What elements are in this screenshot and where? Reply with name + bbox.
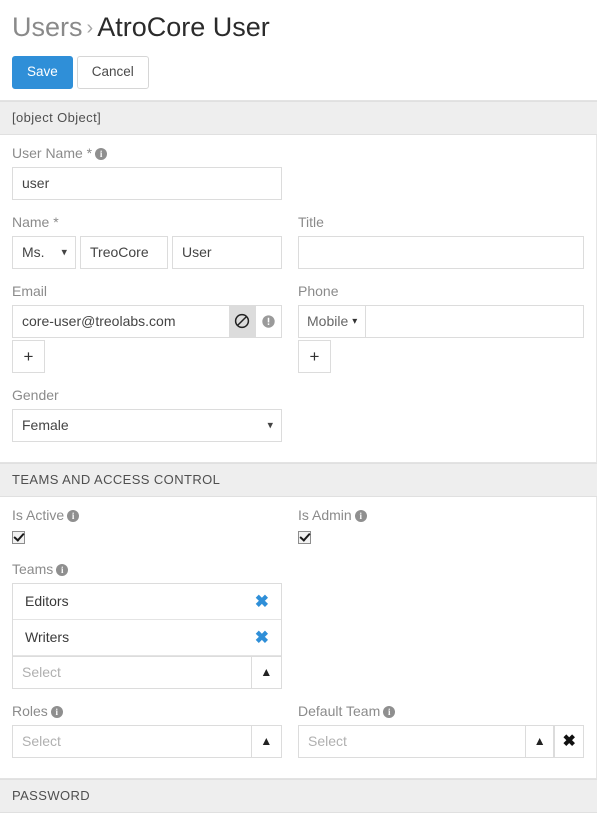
info-icon[interactable]: i [95, 147, 108, 160]
info-icon[interactable]: i [56, 563, 69, 576]
last-name-input[interactable] [172, 235, 282, 269]
field-phone: Phone Mobile ▾ + [298, 283, 584, 373]
info-icon[interactable]: i [67, 509, 80, 522]
first-name-wrap [80, 235, 168, 269]
chevron-up-icon[interactable]: ▲ [250, 724, 282, 758]
teams-panel: TEAMS AND ACCESS CONTROL Is Active i Is A… [0, 461, 597, 778]
roles-label: Roles i [12, 703, 282, 720]
first-name-input[interactable] [80, 235, 168, 269]
phone-number-input[interactable] [365, 304, 584, 338]
remove-team-icon[interactable]: ✖ [253, 593, 271, 610]
email-input[interactable] [12, 304, 230, 338]
default-team-select-group: ▲ ✖ [298, 724, 584, 758]
add-phone-button[interactable]: + [298, 339, 331, 373]
gender-select-wrap: Female ▾ [12, 408, 282, 442]
save-button[interactable]: Save [12, 56, 73, 89]
user-name-input[interactable] [12, 166, 282, 200]
team-name: Editors [25, 593, 69, 609]
user-detail-page: Users › AtroCore User Save Cancel [object … [0, 0, 597, 817]
chevron-up-icon[interactable]: ▲ [250, 655, 282, 689]
roles-select-group: ▲ [12, 724, 282, 758]
is-admin-label: Is Admin i [298, 507, 584, 524]
clear-default-team-icon[interactable]: ✖ [554, 724, 584, 758]
field-default-team: Default Teami ▲ ✖ [298, 703, 584, 758]
teams-select-input[interactable] [12, 655, 251, 689]
phone-label: Phone [298, 282, 339, 299]
field-teams: Teams i Editors ✖ Writers ✖ Select ▲ [12, 561, 282, 689]
list-item[interactable]: Editors ✖ [13, 584, 281, 620]
info-icon[interactable]: i [50, 705, 63, 718]
page-title: AtroCore User [97, 12, 270, 42]
phone-type-value: Mobile [307, 313, 349, 329]
breadcrumb: Users › AtroCore User [0, 0, 597, 47]
field-email: Email core-user@treolabs.com + [12, 283, 282, 373]
teams-panel-body: Is Active i Is Admin i Teams i Editors ✖… [0, 496, 597, 778]
team-name: Writers [25, 629, 70, 645]
ban-icon[interactable] [229, 304, 256, 338]
breadcrumb-link-users[interactable]: Users [12, 12, 83, 42]
info-icon[interactable]: i [383, 705, 396, 718]
add-email-button[interactable]: + [12, 339, 45, 373]
is-active-label: Is Active i [12, 507, 282, 524]
default-team-label: Default Team i [298, 703, 584, 720]
salutation-select[interactable]: Ms. [12, 235, 76, 269]
overview-panel: [object Object] User Name *i Name * [0, 99, 597, 462]
name-input-group: Ms. ▾ [12, 235, 282, 269]
field-title: Title [298, 214, 584, 269]
field-name: Name * Ms. ▾ [12, 214, 282, 269]
email-label: Email [12, 282, 48, 299]
teams-panel-header: TEAMS AND ACCESS CONTROL [0, 462, 597, 497]
overview-panel-body: User Name *i Name * Ms. [0, 134, 597, 462]
roles-select-input[interactable] [12, 724, 251, 758]
gender-select[interactable]: Female [12, 408, 282, 442]
teams-label: Teams i [12, 561, 282, 578]
field-roles: Rolesi ▲ [12, 703, 282, 758]
info-icon[interactable]: i [354, 509, 367, 522]
name-label: Name * [12, 213, 59, 230]
title-label: Title [298, 213, 324, 230]
chevron-down-icon: ▾ [352, 315, 358, 327]
action-toolbar: Save Cancel [0, 47, 597, 100]
list-item[interactable]: Writers ✖ [13, 620, 281, 656]
gender-label: Gender [12, 386, 59, 403]
title-input[interactable] [298, 235, 584, 269]
field-user-name: User Name * i [12, 145, 282, 200]
user-name-label: User Name * i [12, 145, 282, 162]
exclamation-circle-icon [255, 304, 282, 338]
default-team-select-input[interactable] [298, 724, 525, 758]
last-name-wrap [172, 235, 282, 269]
overview-panel-header: [object Object] [0, 100, 597, 135]
teams-select-group: ▲ [12, 655, 282, 689]
password-panel-header: PASSWORD [0, 778, 597, 813]
field-is-admin: Is Admin i [298, 507, 584, 547]
chevron-up-icon[interactable]: ▲ [524, 724, 555, 758]
cancel-button[interactable]: Cancel [76, 56, 149, 89]
field-is-active: Is Active i [12, 507, 282, 547]
phone-type-dropdown[interactable]: Mobile ▾ [298, 304, 366, 338]
teams-selected-list: Editors ✖ Writers ✖ [12, 582, 282, 656]
is-admin-checkbox[interactable] [298, 530, 311, 544]
remove-team-icon[interactable]: ✖ [253, 629, 271, 646]
field-gender: Gender Female ▾ [12, 387, 282, 442]
phone-input-group: Mobile ▾ [298, 304, 584, 338]
breadcrumb-separator-icon: › [86, 17, 94, 39]
email-input-group [12, 304, 282, 338]
salutation-select-wrap: Ms. ▾ [12, 235, 76, 269]
password-panel: PASSWORD [0, 777, 597, 813]
is-active-checkbox[interactable] [12, 530, 25, 544]
